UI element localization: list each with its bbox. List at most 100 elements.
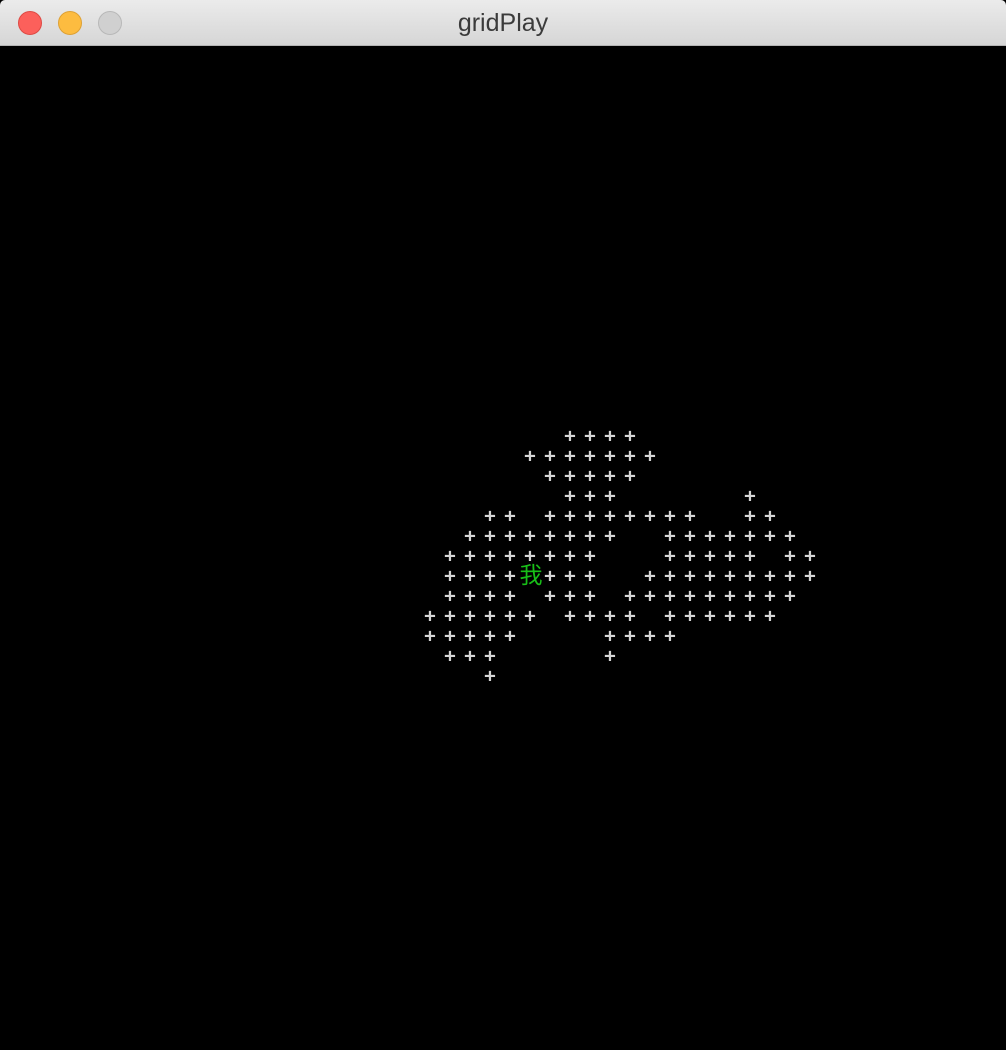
grid-tile: + [604,625,616,647]
grid-tile: + [444,545,456,567]
grid-tile: + [784,545,796,567]
grid-tile: + [584,445,596,467]
grid-tile: + [624,445,636,467]
grid-tile: + [744,505,756,527]
grid-tile: + [724,565,736,587]
game-canvas[interactable]: + + + + + + + + + + + + + + + + + + + + + + + + + + + + + + + + + + + + + + + +… [0,46,1006,1050]
grid-tile: + [484,505,496,527]
grid-tile: + [564,585,576,607]
grid-tile: + [784,565,796,587]
grid-tile: + [664,585,676,607]
grid-tile: + [464,605,476,627]
grid-tile: + [704,605,716,627]
grid-tile: + [464,545,476,567]
grid-tile: + [724,545,736,567]
grid-tile: + [544,505,556,527]
grid-tile: + [524,605,536,627]
grid-tile: + [484,605,496,627]
grid-tile: + [664,625,676,647]
grid-tile: + [624,585,636,607]
grid-tile: + [564,605,576,627]
grid-tile: + [484,665,496,687]
grid-tile: + [784,525,796,547]
grid-tile: + [624,465,636,487]
grid-tile: + [804,565,816,587]
title-bar[interactable]: gridPlay [0,0,1006,46]
grid-tile: + [504,625,516,647]
grid-tile: + [504,565,516,587]
grid-tile: + [564,565,576,587]
grid-tile: + [524,445,536,467]
grid-tile: + [744,485,756,507]
grid-tile: + [464,585,476,607]
grid-tile: + [704,545,716,567]
grid-tile: + [624,625,636,647]
grid-tile: + [504,545,516,567]
grid-tile: + [564,425,576,447]
grid-tile: + [604,465,616,487]
grid-tile: + [604,645,616,667]
window-title: gridPlay [457,9,549,37]
grid-tile: + [444,585,456,607]
grid-tile: + [664,545,676,567]
grid-tile: + [624,605,636,627]
grid-tile: + [724,525,736,547]
grid-tile: + [744,585,756,607]
grid-tile: + [684,505,696,527]
grid-tile: + [464,625,476,647]
grid-tile: + [464,645,476,667]
grid-tile: + [684,525,696,547]
grid-tile: + [764,585,776,607]
grid-tile: + [744,545,756,567]
app-window: gridPlay + + + + + + + + + + + + + + + + + + + + + + + + + + + + + + +… [0,0,1006,1050]
grid-tile: + [664,505,676,527]
grid-tile: + [664,525,676,547]
grid-tile: + [644,565,656,587]
grid-tile: + [484,625,496,647]
grid-tile: + [584,425,596,447]
grid-tile: + [464,525,476,547]
grid-tile: + [684,545,696,567]
player-character: 我 [519,563,543,589]
grid-tile: + [764,565,776,587]
grid-tile: + [584,545,596,567]
grid-tile: + [604,485,616,507]
grid-tile: + [604,505,616,527]
grid-tile: + [684,605,696,627]
grid-tile: + [564,525,576,547]
grid-tile: + [604,425,616,447]
grid-tile: + [764,525,776,547]
grid-tile: + [724,605,736,627]
grid-tile: + [484,565,496,587]
grid-tile: + [544,445,556,467]
grid-tile: + [464,565,476,587]
grid-tile: + [424,625,436,647]
grid-tile: + [584,505,596,527]
grid-tile: + [584,485,596,507]
grid-tile: + [444,625,456,647]
grid-tile: + [544,465,556,487]
grid-tile: + [604,445,616,467]
grid-tile: + [484,545,496,567]
grid-tile: + [664,605,676,627]
grid-tile: + [584,585,596,607]
grid-tile: + [764,605,776,627]
grid-tile: + [544,585,556,607]
grid-tile: + [644,505,656,527]
grid-tile: + [484,585,496,607]
grid-tile: + [724,585,736,607]
grid-tile: + [504,525,516,547]
grid-tile: + [604,525,616,547]
grid-tile: + [564,545,576,567]
grid-tile: + [604,605,616,627]
grid-tile: + [704,525,716,547]
grid-tile: + [584,465,596,487]
grid-tile: + [504,585,516,607]
grid-tile: + [784,585,796,607]
grid-tile: + [764,505,776,527]
grid-tile: + [704,585,716,607]
grid-tile: + [624,505,636,527]
grid-tile: + [624,425,636,447]
grid-tile: + [544,525,556,547]
grid-tile: + [744,605,756,627]
